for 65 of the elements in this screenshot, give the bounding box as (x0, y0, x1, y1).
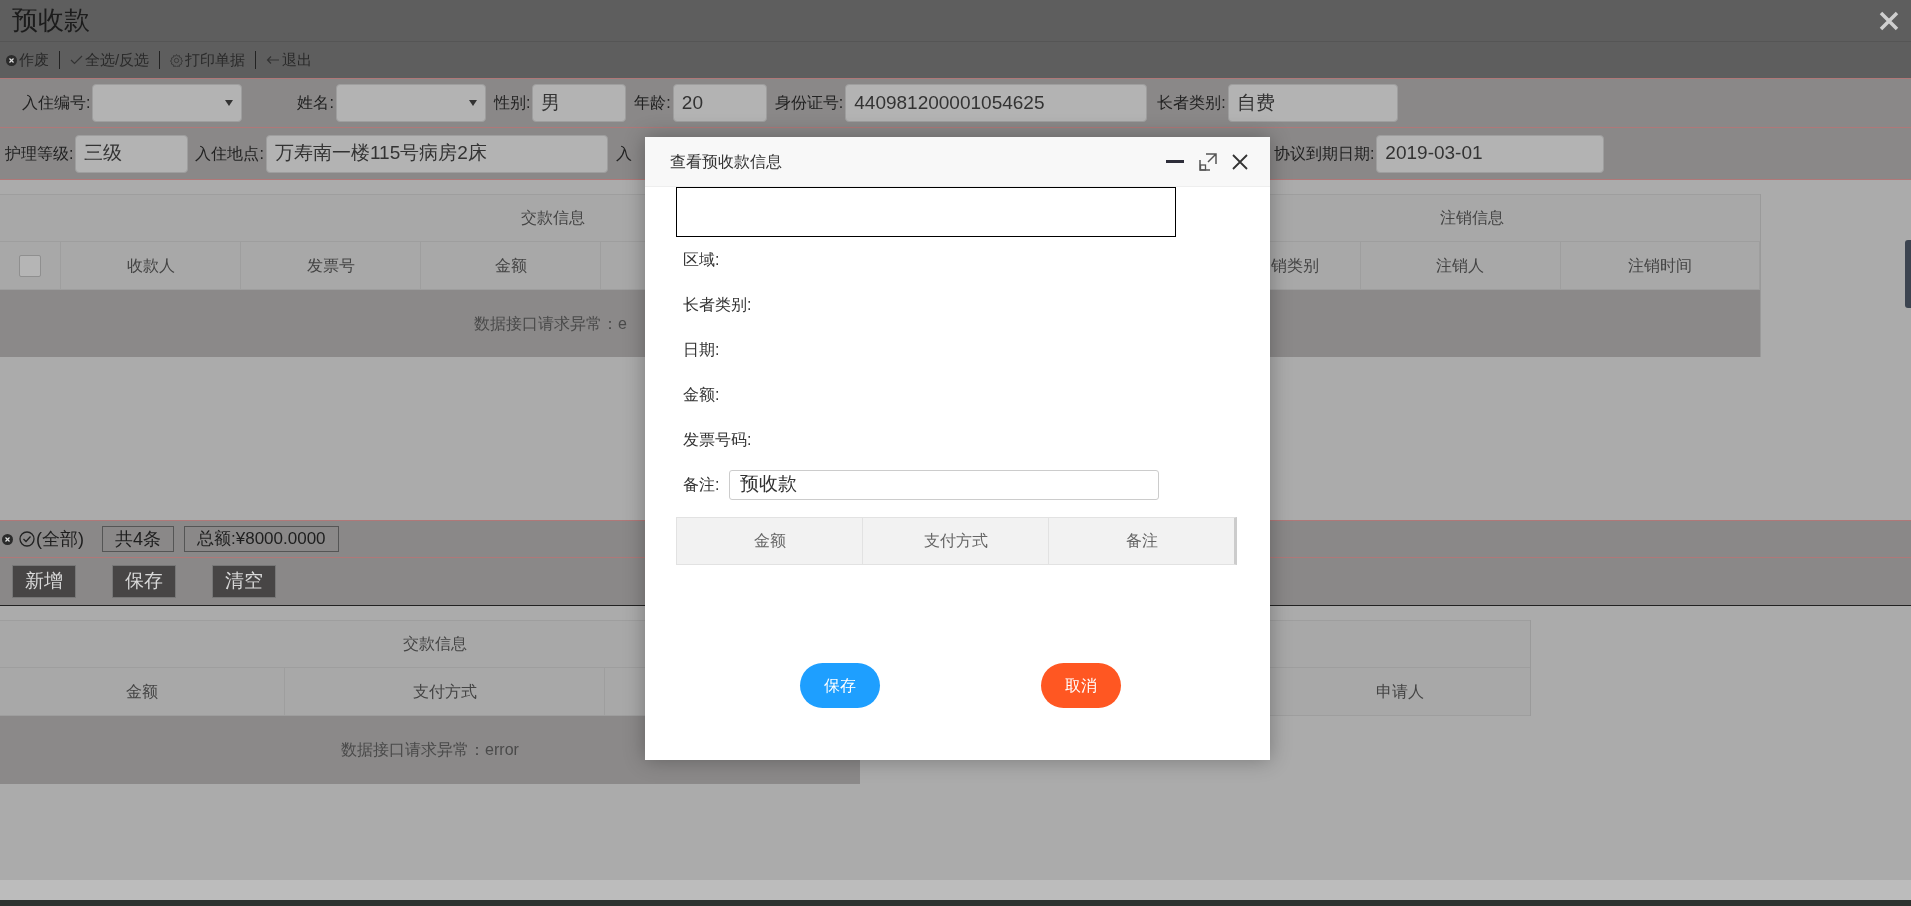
field-label: 性别: (493, 93, 531, 113)
dropdown-caret-icon (468, 100, 477, 106)
input-field[interactable] (676, 187, 1176, 237)
column-header: 金额 (0, 668, 285, 715)
column-group-header: 交款信息 (521, 208, 585, 228)
column-header: 发票号 (241, 242, 421, 289)
column-header: 金额 (677, 518, 863, 564)
dialog-title: 查看预收款信息 (670, 151, 782, 172)
select-all-checkbox[interactable] (19, 254, 41, 277)
select-field[interactable] (335, 84, 486, 122)
total-amount: 总额:¥8000.0000 (184, 526, 339, 552)
text-field[interactable]: 男 (532, 84, 627, 122)
dropdown-caret-icon (225, 100, 234, 106)
field-label: 身份证号: (774, 93, 844, 113)
column-header: 注销时间 (1560, 242, 1760, 289)
column-header: 支付方式 (285, 668, 605, 715)
select-field[interactable] (92, 84, 243, 122)
action-button[interactable]: 保存 (112, 565, 176, 598)
column-group-header: 注销信息 (1439, 208, 1504, 228)
cancel-button[interactable]: 取消 (1041, 663, 1121, 708)
error-message: 数据接口请求异常：e (474, 313, 627, 334)
check-icon (70, 55, 83, 65)
text-field[interactable]: 440981200001054625 (845, 84, 1148, 122)
minimize-icon[interactable] (1166, 159, 1184, 164)
record-count: 共4条 (102, 526, 174, 552)
close-circle-icon (2, 533, 13, 545)
action-button[interactable]: 清空 (212, 565, 276, 598)
text-field[interactable]: 万寿南一楼115号病房2床 (265, 134, 608, 173)
clear-filter-button[interactable] (2, 533, 13, 545)
field-label: 入住地点: (195, 143, 264, 164)
field-label: 入 (615, 143, 632, 164)
filter-all-button[interactable]: (全部) (19, 525, 84, 553)
field-label: 长者类别: (683, 294, 752, 315)
maximize-icon[interactable] (1199, 152, 1217, 171)
close-icon[interactable] (1232, 153, 1248, 170)
column-header: 申请人 (1375, 681, 1425, 702)
action-button[interactable]: 新增 (12, 565, 76, 598)
column-header: 支付方式 (863, 518, 1049, 564)
check-circle-icon (19, 531, 35, 547)
column-header: 收款人 (61, 242, 241, 289)
arrow-left-icon (266, 55, 281, 65)
column-header: 备注 (1124, 531, 1159, 551)
field-label: 姓名: (297, 93, 334, 113)
text-field[interactable]: 2019-03-01 (1376, 134, 1605, 173)
field-label: 金额: (683, 384, 720, 405)
field-label: 年龄: (634, 93, 671, 113)
text-field[interactable]: 三级 (75, 134, 189, 173)
settings-icon (170, 53, 184, 67)
remark-field[interactable]: 预收款 (729, 469, 1160, 500)
column-header: 注销人 (1361, 242, 1561, 289)
text-field[interactable]: 20 (672, 84, 767, 122)
column-group-header: 交款信息 (403, 634, 467, 654)
field-label: 区域: (683, 249, 720, 270)
field-label: 入住编号: (22, 93, 91, 113)
field-label: 备注: (683, 474, 720, 495)
field-label: 日期: (683, 339, 720, 360)
text-field[interactable]: 自费 (1227, 84, 1398, 122)
field-label: 发票号码: (683, 429, 752, 450)
close-circle-icon (6, 54, 17, 66)
field-label: 协议到期日期: (1273, 143, 1375, 164)
field-label: 护理等级: (5, 143, 74, 164)
field-label: 长者类别: (1157, 93, 1226, 113)
page-title: 预收款 (12, 4, 90, 37)
error-message: 数据接口请求异常：error (341, 740, 519, 760)
column-header: 金额 (421, 242, 601, 289)
